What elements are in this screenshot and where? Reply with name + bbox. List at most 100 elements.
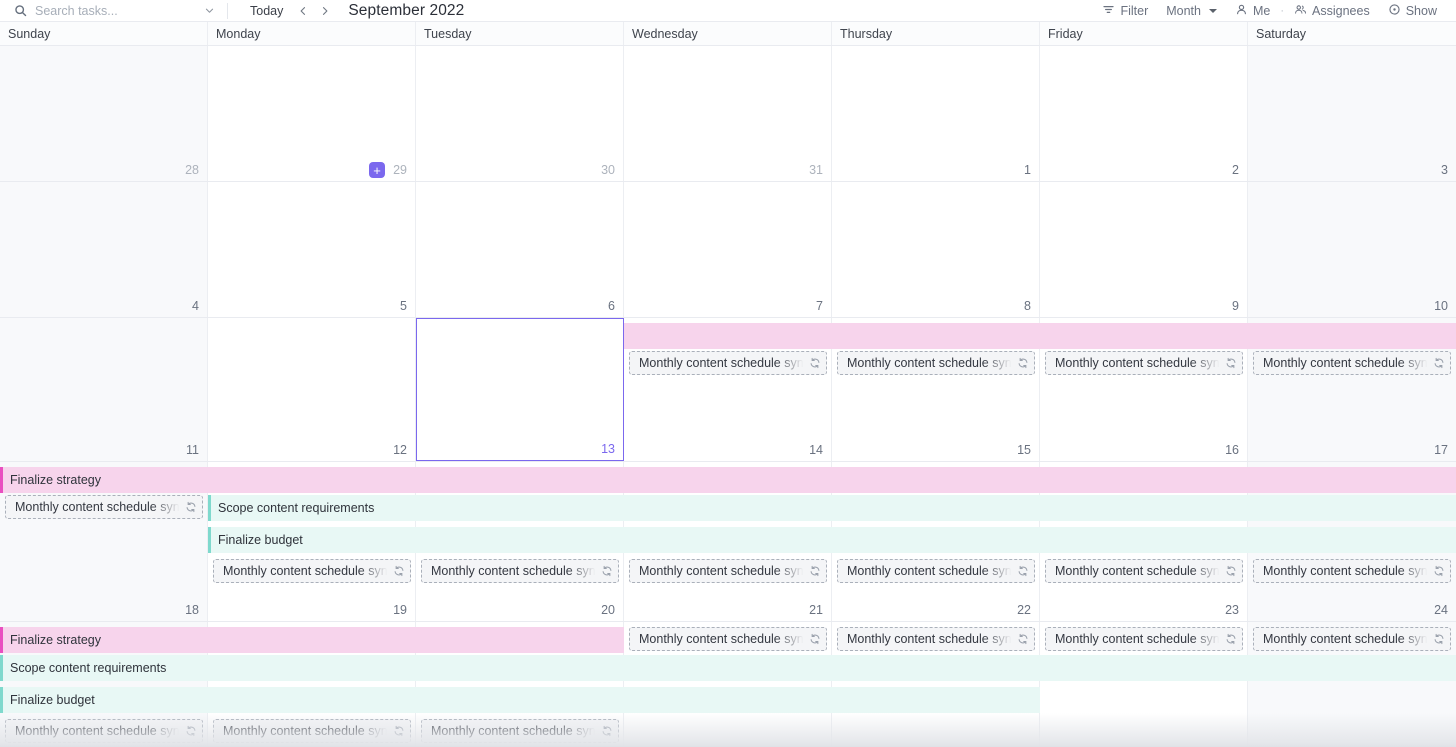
day-cell-3[interactable]: 3 [1248, 46, 1456, 181]
chevron-right-icon[interactable] [314, 2, 336, 20]
recurring-task-chip[interactable]: Monthly content schedule syn [836, 627, 1035, 651]
recurring-task-label: Monthly content schedule syn [846, 564, 1012, 578]
recurring-task-chip[interactable]: Monthly content schedule syn [212, 559, 411, 583]
recurring-task-chip[interactable]: Monthly content schedule syn [420, 719, 619, 743]
day-of-week-thursday: Thursday [832, 22, 1040, 45]
day-of-week-header: Sunday Monday Tuesday Wednesday Thursday Frid… [0, 22, 1456, 46]
day-cell-9[interactable]: 9 [1040, 182, 1248, 317]
recurring-task-label: Monthly content schedule syn [1263, 356, 1428, 370]
filter-button[interactable]: Filter [1093, 1, 1157, 21]
day-cell-6[interactable]: 6 [416, 182, 624, 317]
event-color-accent [0, 627, 3, 653]
recurring-task-chip[interactable]: Monthly content schedule syn [629, 627, 827, 651]
recurring-task-label: Monthly content schedule syn [222, 724, 388, 738]
recurring-task-chip[interactable]: Monthly content schedule syn [5, 495, 203, 519]
recurring-task-chip[interactable]: Monthly content schedule syn [1045, 559, 1243, 583]
sync-icon [393, 565, 405, 577]
calendar-week-row: 18 19 20 21 22 23 24 Finalize strategy Scope con… [0, 462, 1456, 622]
recurring-task-chip[interactable]: Monthly content schedule syn [1253, 627, 1451, 651]
day-number: 23 [1225, 603, 1239, 617]
sync-icon [1017, 357, 1029, 369]
day-cell-2[interactable]: 2 [1040, 46, 1248, 181]
day-number: 11 [186, 443, 199, 457]
add-task-button[interactable]: + [369, 162, 385, 178]
recurring-task-label: Monthly content schedule syn [430, 724, 596, 738]
day-number: 29 [393, 163, 407, 177]
recurring-task-chip[interactable]: Monthly content schedule syn [212, 719, 411, 743]
day-number: 4 [192, 299, 199, 313]
day-number: 2 [1232, 163, 1239, 177]
assignees-label: Assignees [1312, 3, 1370, 18]
event-bar[interactable]: Finalize strategy [0, 467, 1456, 493]
recurring-task-chip[interactable]: Monthly content schedule syn [836, 351, 1035, 375]
day-cell-30[interactable]: 30 [416, 46, 624, 181]
day-number: 15 [1017, 443, 1031, 457]
day-cell-12[interactable]: 12 [208, 318, 416, 461]
day-of-week-wednesday: Wednesday [624, 22, 832, 45]
day-cell-4[interactable]: 4 [0, 182, 208, 317]
show-button[interactable]: Show [1379, 1, 1446, 21]
recurring-task-chip[interactable]: Monthly content schedule syn [1045, 351, 1243, 375]
recurring-task-label: Monthly content schedule syn [639, 356, 804, 370]
week-day-cells: 4 5 6 7 8 9 10 [0, 182, 1456, 317]
day-number: 7 [816, 299, 823, 313]
day-cell-10[interactable]: 10 [1248, 182, 1456, 317]
recurring-task-chip[interactable]: Monthly content schedule syn [1253, 351, 1451, 375]
day-number: 9 [1232, 299, 1239, 313]
me-filter-button[interactable]: Me [1226, 1, 1279, 21]
chevron-left-icon[interactable] [292, 2, 314, 20]
day-number: 13 [601, 442, 615, 456]
day-cell-28[interactable]: 28 [0, 46, 208, 181]
recurring-task-chip[interactable]: Monthly content schedule syn [629, 559, 827, 583]
event-label: Scope content requirements [218, 501, 375, 515]
week-day-cells: 28 +29 30 31 1 2 3 [0, 46, 1456, 181]
day-cell-11[interactable]: 11 [0, 318, 208, 461]
day-cell-5[interactable]: 5 [208, 182, 416, 317]
recurring-task-label: Monthly content schedule syn [639, 564, 804, 578]
day-cell-1[interactable]: 1 [832, 46, 1040, 181]
event-bar[interactable]: Scope content requirements [0, 655, 1456, 681]
view-mode-dropdown[interactable]: Month [1157, 2, 1226, 20]
search-input[interactable] [35, 3, 204, 18]
view-mode-label: Month [1166, 3, 1201, 18]
recurring-task-chip[interactable]: Monthly content schedule syn [1253, 559, 1451, 583]
assignees-filter-button[interactable]: Assignees [1285, 1, 1379, 21]
event-bar[interactable]: Finalize budget [208, 527, 1456, 553]
recurring-task-chip[interactable]: Monthly content schedule syn [629, 351, 827, 375]
recurring-task-label: Monthly content schedule syn [1263, 564, 1428, 578]
day-number: 24 [1434, 603, 1448, 617]
sync-icon [1017, 565, 1029, 577]
sync-icon [185, 725, 197, 737]
day-cell-7[interactable]: 7 [624, 182, 832, 317]
event-color-accent [0, 687, 3, 713]
recurring-task-chip[interactable]: Monthly content schedule syn [836, 559, 1035, 583]
day-cell-13[interactable]: 13 [416, 318, 624, 461]
day-number: 20 [601, 603, 615, 617]
day-cell-29[interactable]: +29 [208, 46, 416, 181]
search-box[interactable] [0, 0, 204, 21]
day-cell-8[interactable]: 8 [832, 182, 1040, 317]
event-bar[interactable]: Finalize strategy [0, 627, 624, 653]
today-button[interactable]: Today [241, 2, 292, 20]
recurring-task-label: Monthly content schedule syn [15, 724, 180, 738]
sync-icon [1225, 357, 1237, 369]
event-bar[interactable]: Finalize budget [0, 687, 1040, 713]
event-label: Finalize budget [218, 533, 303, 547]
chevron-down-icon[interactable] [204, 5, 215, 16]
date-nav-group: Today September 2022 [228, 2, 464, 20]
event-label: Finalize budget [10, 693, 95, 707]
event-color-accent [208, 495, 211, 521]
filter-label: Filter [1120, 3, 1149, 18]
recurring-task-chip[interactable]: Monthly content schedule syn [5, 719, 203, 743]
calendar-week-row: 4 5 6 7 8 9 10 [0, 182, 1456, 318]
person-icon [1235, 3, 1248, 19]
day-number: 30 [601, 163, 615, 177]
calendar-week-row: 2526272829301Finalize strategyScope cont… [0, 622, 1456, 747]
calendar-week-row: 11121314151617Finalize strategyMonthly c… [0, 318, 1456, 462]
sync-icon [1017, 633, 1029, 645]
event-bar[interactable]: Scope content requirements [208, 495, 1456, 521]
recurring-task-chip[interactable]: Monthly content schedule syn [1045, 627, 1243, 651]
sync-icon [1433, 633, 1445, 645]
recurring-task-chip[interactable]: Monthly content schedule syn [420, 559, 619, 583]
day-cell-31[interactable]: 31 [624, 46, 832, 181]
